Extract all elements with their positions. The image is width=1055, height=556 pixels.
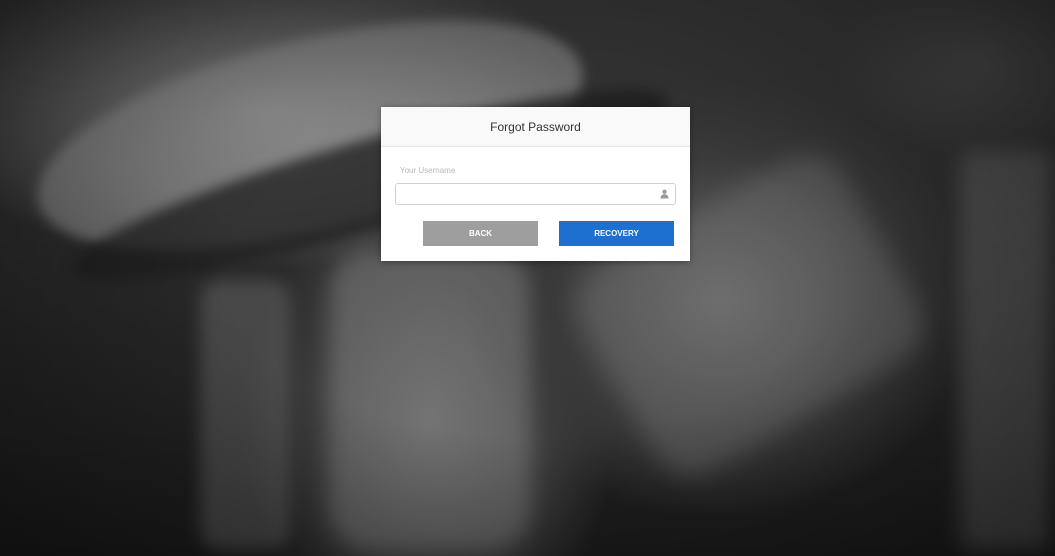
username-label: Your Username	[400, 166, 456, 175]
dialog-title: Forgot Password	[490, 119, 581, 134]
user-icon	[660, 189, 669, 199]
dialog-header: Forgot Password	[381, 107, 690, 147]
recovery-button[interactable]: RECOVERY	[559, 221, 674, 246]
forgot-password-dialog: Forgot Password Your Username BACK RECOV…	[381, 107, 690, 261]
back-button[interactable]: BACK	[423, 221, 538, 246]
username-field[interactable]	[395, 183, 676, 205]
login-page: Forgot Password Your Username BACK RECOV…	[0, 0, 1055, 556]
username-input[interactable]	[396, 184, 651, 204]
background-image	[0, 0, 1055, 556]
